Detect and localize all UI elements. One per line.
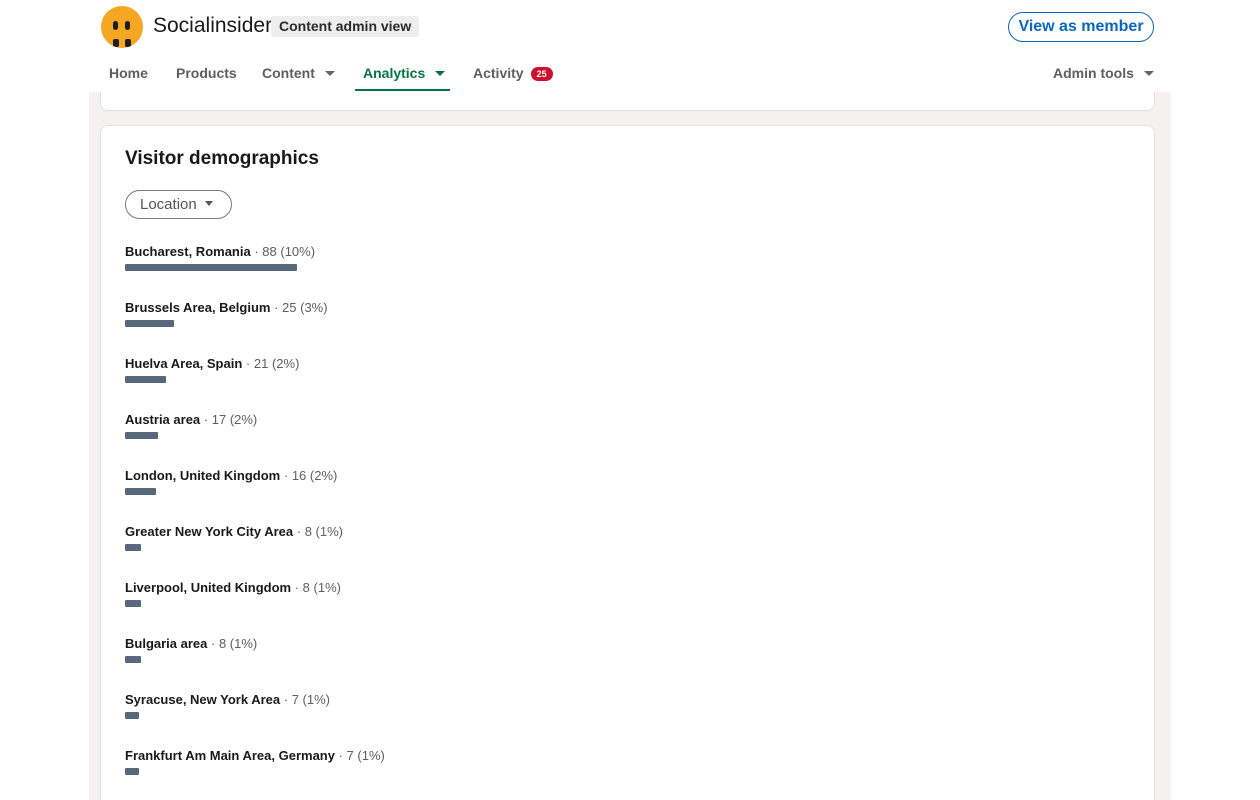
list-item: Bucharest, Romania · 88 (10%) [125, 244, 825, 284]
list-item: Frankfurt Am Main Area, Germany · 7 (1%) [125, 748, 825, 788]
visitor-count: 25 [282, 300, 297, 315]
active-tab-indicator [355, 89, 450, 91]
visitor-count: 17 [211, 412, 227, 427]
tab-content-label: Content [262, 65, 315, 81]
visitor-percent: (2%) [309, 468, 338, 483]
list-item-text: London, United Kingdom · 16 (2%) [125, 468, 338, 483]
location-name: Huelva Area, Spain [125, 356, 243, 371]
page-title[interactable]: Socialinsider [153, 14, 272, 38]
visitor-percent: (10%) [280, 244, 316, 259]
logo-foot-right [125, 39, 131, 47]
visitor-count: 16 [291, 468, 307, 483]
location-name: Bucharest, Romania [125, 244, 251, 259]
location-bar [125, 264, 297, 271]
logo-eye-right [125, 21, 130, 30]
location-bar [125, 376, 166, 383]
location-bar [125, 544, 141, 551]
list-item-text: Huelva Area, Spain · 21 (2%) [125, 356, 300, 371]
card-title: Visitor demographics [125, 148, 319, 169]
location-bar [125, 712, 139, 719]
list-item-text: Bucharest, Romania · 88 (10%) [125, 244, 316, 259]
chevron-down-icon [324, 70, 335, 76]
admin-tools-menu[interactable]: Admin tools [1053, 65, 1154, 81]
page: Socialinsider Content admin view View as… [0, 0, 1260, 800]
chevron-down-icon [435, 70, 446, 76]
top-header: Socialinsider Content admin view View as… [0, 0, 1260, 92]
socialinsider-logo-icon[interactable] [101, 6, 143, 48]
tab-analytics[interactable]: Analytics [363, 65, 446, 81]
list-item: Liverpool, United Kingdom · 8 (1%) [125, 580, 825, 620]
page-nav: Home Products Content Analytics Activity… [0, 56, 1260, 92]
list-item-text: Greater New York City Area · 8 (1%) [125, 524, 343, 539]
logo-foot-left [113, 39, 119, 47]
tab-home-label: Home [109, 65, 148, 81]
visitor-percent: (1%) [302, 692, 330, 707]
activity-count-badge: 25 [530, 67, 553, 81]
visitor-count: 7 [291, 692, 299, 707]
view-as-member-button[interactable]: View as member [1008, 12, 1154, 42]
list-item-text: Liverpool, United Kingdom · 8 (1%) [125, 580, 341, 595]
chevron-down-icon [204, 201, 213, 207]
location-name: Bulgaria area [125, 636, 208, 651]
location-filter-label: Location [140, 196, 197, 213]
location-name: Liverpool, United Kingdom [125, 580, 292, 595]
visitor-count: 8 [302, 580, 310, 595]
visitor-count: 88 [262, 244, 277, 259]
visitor-percent: (1%) [229, 636, 258, 651]
visitor-count: 7 [346, 748, 354, 763]
visitor-percent: (3%) [300, 300, 328, 315]
location-name: London, United Kingdom [125, 468, 281, 483]
location-name: Brussels Area, Belgium [125, 300, 271, 315]
location-bar [125, 768, 139, 775]
location-name: Syracuse, New York Area [125, 692, 281, 707]
tab-content[interactable]: Content [262, 65, 335, 81]
list-item-text: Frankfurt Am Main Area, Germany · 7 (1%) [125, 748, 385, 763]
list-item-text: Brussels Area, Belgium · 25 (3%) [125, 300, 328, 315]
list-item: Greater New York City Area · 8 (1%) [125, 524, 825, 564]
visitor-percent: (1%) [315, 524, 343, 539]
list-item: Bulgaria area · 8 (1%) [125, 636, 825, 676]
list-item: Brussels Area, Belgium · 25 (3%) [125, 300, 825, 340]
visitor-demographics-card: Visitor demographics Location Bucharest,… [100, 125, 1155, 800]
location-bar [125, 432, 158, 439]
tab-home[interactable]: Home [109, 65, 148, 81]
location-bar [125, 656, 141, 663]
list-item-text: Austria area · 17 (2%) [125, 412, 258, 427]
visitor-count: 8 [304, 524, 312, 539]
tab-activity[interactable]: Activity 25 [473, 65, 553, 81]
location-bar [125, 600, 141, 607]
visitor-percent: (2%) [271, 356, 300, 371]
list-item: Syracuse, New York Area · 7 (1%) [125, 692, 825, 732]
list-item: Huelva Area, Spain · 21 (2%) [125, 356, 825, 396]
visitor-percent: (1%) [357, 748, 385, 763]
chevron-down-icon [1143, 70, 1154, 76]
visitor-count: 21 [253, 356, 269, 371]
tab-products[interactable]: Products [176, 65, 237, 81]
visitor-percent: (1%) [313, 580, 341, 595]
list-item: London, United Kingdom · 16 (2%) [125, 468, 825, 508]
location-name: Greater New York City Area [125, 524, 294, 539]
admin-tools-label: Admin tools [1053, 65, 1134, 81]
logo-eye-left [113, 21, 118, 30]
tab-activity-label: Activity [473, 65, 524, 81]
list-item-text: Bulgaria area · 8 (1%) [125, 636, 258, 651]
list-item-text: Syracuse, New York Area · 7 (1%) [125, 692, 330, 707]
visitor-percent: (2%) [229, 412, 258, 427]
location-bar [125, 488, 156, 495]
admin-view-badge: Content admin view [271, 16, 420, 37]
tab-analytics-label: Analytics [363, 65, 426, 81]
location-filter-dropdown[interactable]: Location [125, 190, 232, 219]
tab-products-label: Products [176, 65, 237, 81]
list-item: Austria area · 17 (2%) [125, 412, 825, 452]
location-name: Austria area [125, 412, 201, 427]
visitor-count: 8 [218, 636, 227, 651]
location-name: Frankfurt Am Main Area, Germany [125, 748, 335, 763]
location-bar [125, 320, 174, 327]
